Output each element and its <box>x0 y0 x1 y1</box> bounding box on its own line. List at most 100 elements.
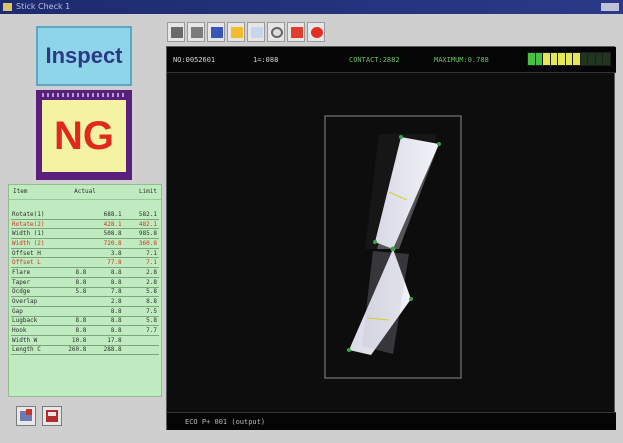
table-cell-v2: 7.8 <box>110 288 122 296</box>
app-window: Stick Check 1 Inspect NG Item Actual Lim… <box>0 0 623 443</box>
table-row: Offset H 3.8 7.1 <box>11 249 159 259</box>
table-row: Width W 10.8 17.8 <box>11 336 159 346</box>
result-label: NG <box>54 113 114 158</box>
table-row: Offset L 77.8 7.1 <box>11 258 159 269</box>
film-button[interactable] <box>187 22 205 42</box>
table-cell-v3: 7.7 <box>146 327 157 335</box>
meter-segment <box>588 53 595 65</box>
table-cell-v3: 5.8 <box>146 317 157 325</box>
table-cell-v2: 2.8 <box>110 298 122 306</box>
center-point <box>390 246 396 252</box>
table-cell-v3: 7.1 <box>146 249 157 257</box>
meter-segment <box>550 53 558 65</box>
table-cell-v2: 8.8 <box>110 278 122 286</box>
status-count: 1=:088 <box>253 56 279 64</box>
table-cell-name: Gap <box>12 307 23 315</box>
table-cell-v2: 3.8 <box>110 249 122 257</box>
table-cell-v2: 17.8 <box>107 336 122 344</box>
meter-segment <box>603 53 611 65</box>
image-icon <box>251 27 263 38</box>
camera-scene <box>324 115 462 379</box>
image-button[interactable] <box>247 22 265 42</box>
left-panel: Inspect NG Item Actual Limit Rotate(1) 68… <box>8 18 163 438</box>
table-cell-v2: 428.1 <box>103 220 122 228</box>
sun-icon <box>231 27 243 38</box>
table-cell-v3: 7.5 <box>146 307 157 315</box>
inspection-viewer[interactable]: NO:0052601 1=:088 CONTACT:2882 MAXIMUM:0… <box>166 46 616 430</box>
table-row: Width (2) 720.8 360.8 <box>11 239 159 249</box>
sun-button[interactable] <box>227 22 245 42</box>
table-cell-v2: 688.1 <box>103 210 122 218</box>
table-cell-v3: 985.8 <box>138 230 157 238</box>
inspect-badge[interactable]: Inspect <box>36 26 132 86</box>
table-cell-v2: 8.8 <box>110 307 122 315</box>
table-cell-name: Offset L <box>12 259 41 267</box>
stop-icon <box>311 27 323 38</box>
table-cell-v1: 8.8 <box>75 268 87 276</box>
table-row: Taper 8.8 8.8 2.8 <box>11 278 159 288</box>
table-cell-name: Rotate(2) <box>12 220 45 228</box>
table-cell-v3: 7.1 <box>146 259 157 267</box>
result-badge-dots <box>42 93 126 97</box>
signal-meter <box>527 52 611 66</box>
meter-segment <box>558 53 565 65</box>
corner-point-4 <box>409 297 413 301</box>
table-cell-v2: 8.8 <box>110 268 122 276</box>
measurement-table: Item Actual Limit Rotate(1) 688.1 582.1 Rot… <box>8 184 162 397</box>
meter-segment <box>543 53 550 65</box>
table-row: Ocdge 5.8 7.8 5.8 <box>11 288 159 298</box>
inspect-label: Inspect <box>45 43 123 68</box>
viewer-status-top: NO:0052601 1=:088 CONTACT:2882 MAXIMUM:0… <box>167 47 616 73</box>
meter-segment <box>573 53 580 65</box>
corner-point-1 <box>399 135 403 139</box>
camera-icon <box>171 27 183 38</box>
table-row: Lugback 8.8 8.8 5.8 <box>11 317 159 327</box>
table-cell-name: Flare <box>12 268 31 276</box>
disk-label-icon <box>48 412 56 416</box>
zoom-button[interactable] <box>267 22 285 42</box>
result-badge-inner: NG <box>42 100 126 172</box>
window-controls[interactable] <box>601 3 619 11</box>
stop-button[interactable] <box>307 22 325 42</box>
table-row: Gap 8.8 7.5 <box>11 307 159 317</box>
tool-alert-icon <box>26 409 32 415</box>
table-cell-v2: 77.8 <box>107 259 122 267</box>
table-cell-v1: 5.8 <box>75 288 87 296</box>
table-cell-v3: 2.8 <box>146 278 157 286</box>
corner-point-5 <box>347 348 351 352</box>
table-cell-name: Width W <box>12 336 38 344</box>
table-header-actual: Actual <box>74 188 96 195</box>
table-cell-v1: 8.8 <box>75 278 87 286</box>
film-icon <box>191 27 203 38</box>
result-badge: NG <box>36 90 132 180</box>
report-icon <box>291 27 303 38</box>
table-row: Length C 260.8 288.8 <box>11 346 159 356</box>
settings-tool-button[interactable] <box>16 406 36 426</box>
toolbar <box>167 22 325 44</box>
viewer-status-bottom: ECO P+ 001 (output) <box>167 412 616 430</box>
table-row: Hook 8.8 8.8 7.7 <box>11 326 159 336</box>
table-cell-name: Ocdge <box>12 288 31 296</box>
table-cell-v1: 10.8 <box>71 336 87 344</box>
table-cell-v1: 260.8 <box>68 346 87 354</box>
save-button[interactable] <box>207 22 225 42</box>
title-bar[interactable]: Stick Check 1 <box>0 0 623 14</box>
table-cell-v1: 8.8 <box>75 317 87 325</box>
table-header-item: Item <box>13 188 28 195</box>
table-cell-name: Length C <box>12 346 41 354</box>
report-button[interactable] <box>287 22 305 42</box>
status-maximum: MAXIMUM:0.788 <box>434 56 489 64</box>
table-cell-name: Rotate(1) <box>12 210 45 218</box>
table-row: Flare 8.8 8.8 2.8 <box>11 268 159 278</box>
table-cell-v2: 720.8 <box>103 239 122 247</box>
table-cell-name: Offset H <box>12 249 41 257</box>
table-cell-v1: 8.8 <box>75 327 87 335</box>
meter-segment <box>535 53 543 65</box>
table-cell-v3: 5.8 <box>146 288 157 296</box>
camera-button[interactable] <box>167 22 185 42</box>
app-icon <box>3 3 12 11</box>
disk-button[interactable] <box>42 406 62 426</box>
table-cell-name: Lugback <box>12 317 38 325</box>
table-cell-v3: 360.8 <box>138 239 157 247</box>
table-cell-name: Taper <box>12 278 31 286</box>
